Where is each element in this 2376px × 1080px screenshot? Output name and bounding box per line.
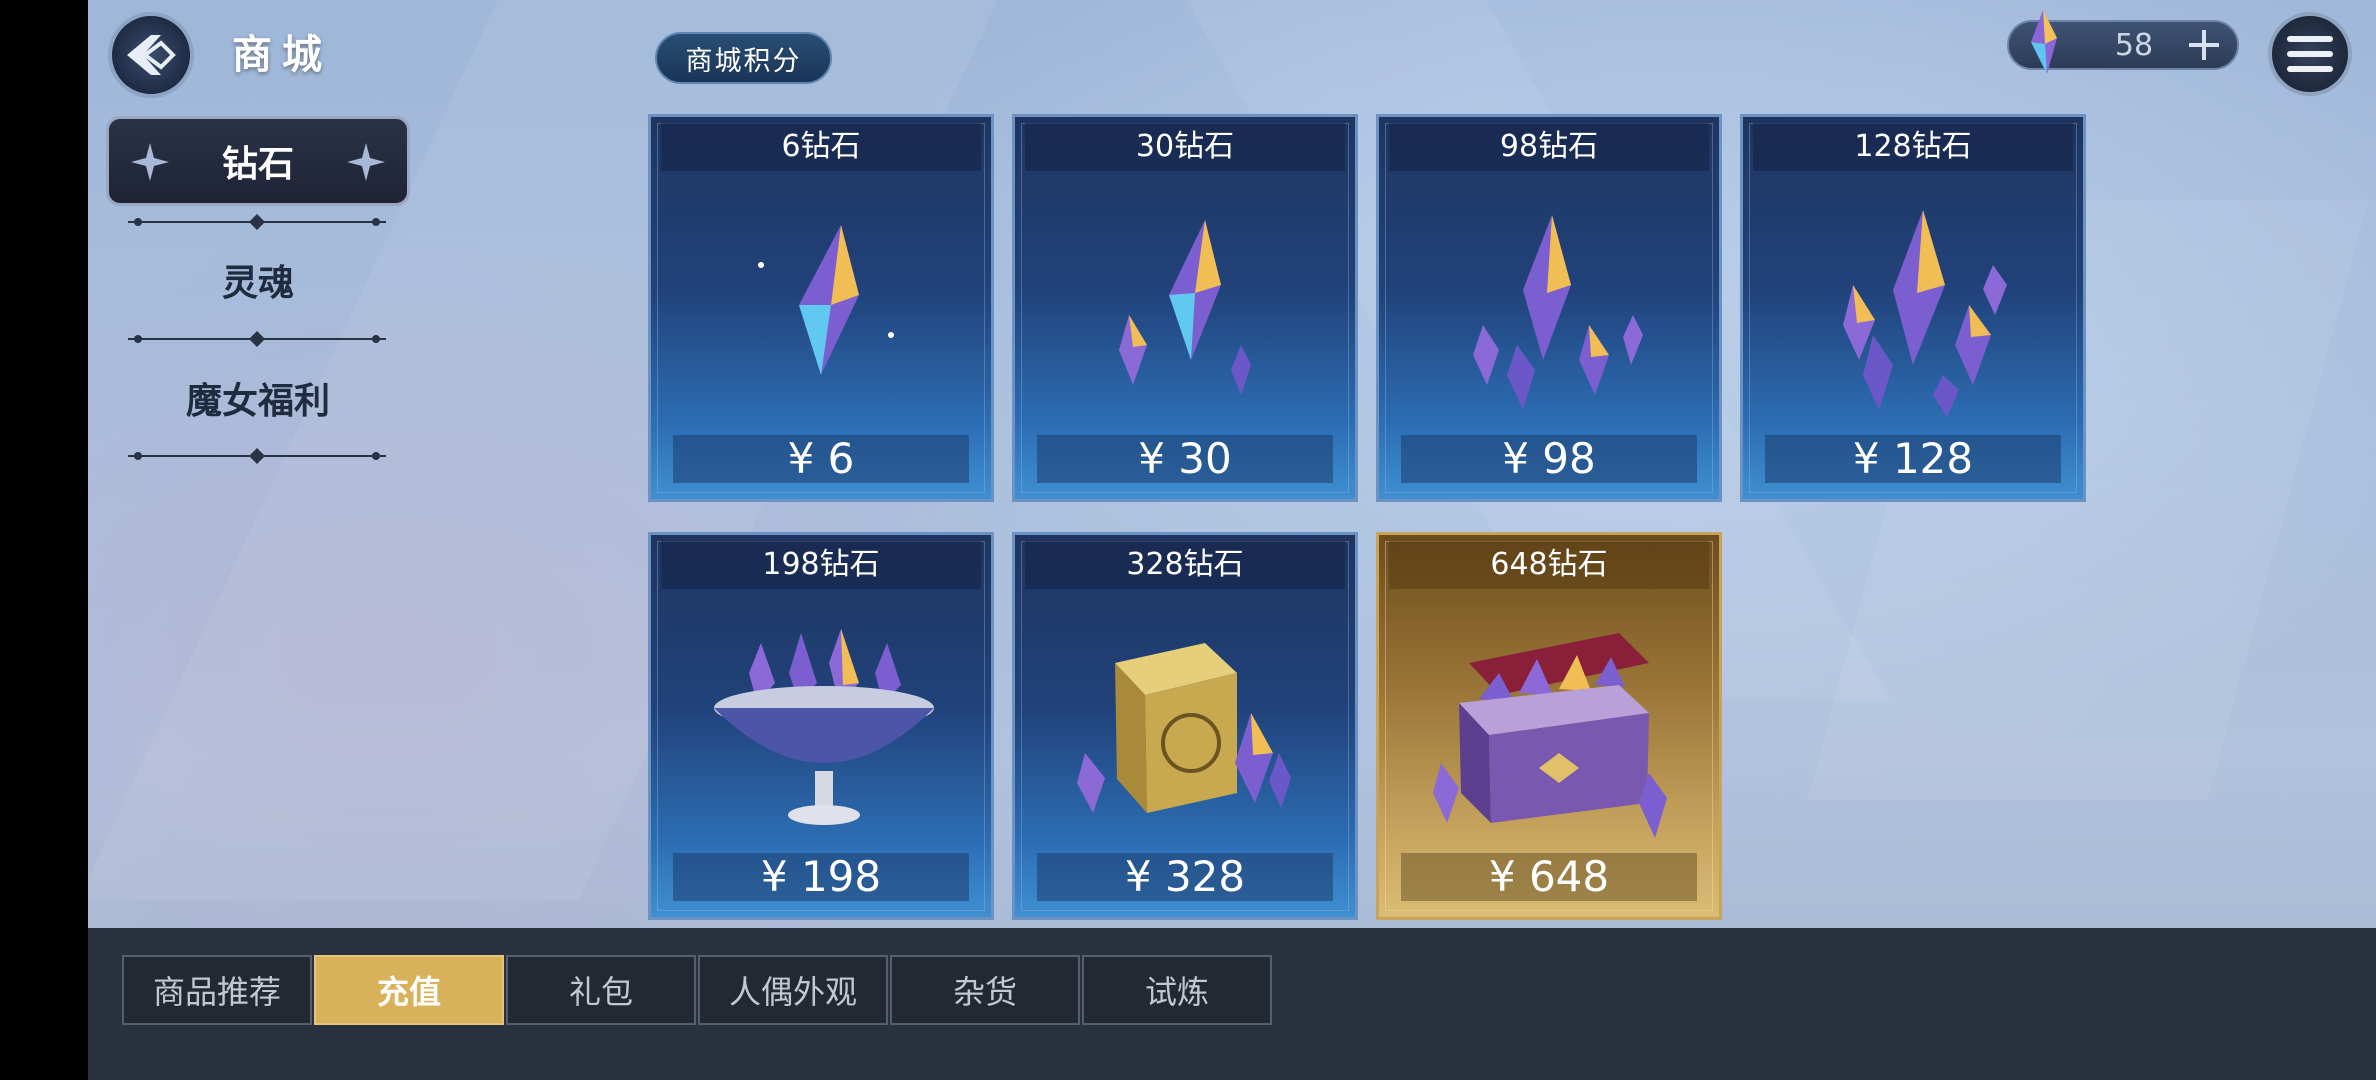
back-button[interactable]	[108, 12, 194, 98]
sidebar-divider	[128, 448, 386, 464]
product-card-198[interactable]: 198钻石 ¥ 198	[648, 532, 994, 920]
sidebar-item-soul[interactable]: 灵魂	[106, 254, 410, 306]
product-title: 30钻石	[1025, 123, 1345, 171]
tab-doll-appearance[interactable]: 人偶外观	[698, 955, 888, 1025]
product-card-6[interactable]: 6钻石 ¥ 6	[648, 114, 994, 502]
category-tabs: 商品推荐 充值 礼包 人偶外观 杂货 试炼	[122, 955, 1274, 1025]
sidebar-divider	[128, 331, 386, 347]
page-title: 商城	[232, 32, 332, 78]
menu-button[interactable]	[2268, 12, 2352, 96]
tab-recommended[interactable]: 商品推荐	[122, 955, 312, 1025]
product-price: ¥ 6	[673, 435, 969, 483]
back-arrow-icon	[127, 35, 176, 75]
shop-points-button[interactable]: 商城积分	[655, 32, 832, 84]
hamburger-menu-icon	[2287, 36, 2333, 72]
product-card-98[interactable]: 98钻石 ¥ 98	[1376, 114, 1722, 502]
sidebar-divider	[128, 214, 386, 230]
sidebar-item-label: 钻石	[221, 144, 294, 185]
star-ornament-icon	[131, 143, 169, 181]
golden-cube-icon	[1077, 643, 1291, 813]
tab-misc-goods[interactable]: 杂货	[890, 955, 1080, 1025]
sidebar-item-diamond[interactable]: 钻石	[106, 116, 410, 206]
sidebar-item-witch-welfare[interactable]: 魔女福利	[106, 372, 410, 424]
product-title: 128钻石	[1753, 123, 2073, 171]
product-card-328[interactable]: 328钻石 ¥ 328	[1012, 532, 1358, 920]
diamond-amount: 58	[2114, 28, 2154, 63]
crystal-cluster-small-icon	[1119, 220, 1251, 395]
product-price: ¥ 198	[673, 853, 969, 901]
crystal-cluster-medium-icon	[1473, 215, 1643, 410]
crystal-bowl-icon	[714, 629, 934, 825]
tab-gift-pack[interactable]: 礼包	[506, 955, 696, 1025]
product-price: ¥ 328	[1037, 853, 1333, 901]
star-ornament-icon	[347, 143, 385, 181]
product-title: 98钻石	[1389, 123, 1709, 171]
treasure-chest-icon	[1433, 633, 1667, 838]
add-diamond-icon[interactable]	[2185, 26, 2223, 64]
product-title: 328钻石	[1025, 541, 1345, 589]
product-card-128[interactable]: 128钻石 ¥ 128	[1740, 114, 2086, 502]
product-title: 6钻石	[661, 123, 981, 171]
product-card-648[interactable]: 648钻石 ¥ 648	[1376, 532, 1722, 920]
crystal-cluster-large-icon	[1843, 210, 2007, 417]
tab-recharge[interactable]: 充值	[314, 955, 504, 1025]
tab-trial[interactable]: 试炼	[1082, 955, 1272, 1025]
diamond-icon	[2031, 10, 2057, 74]
product-title: 198钻石	[661, 541, 981, 589]
left-black-bar	[0, 0, 88, 1080]
product-price: ¥ 30	[1037, 435, 1333, 483]
product-title: 648钻石	[1389, 541, 1709, 589]
product-price: ¥ 98	[1401, 435, 1697, 483]
product-card-30[interactable]: 30钻石 ¥ 30	[1012, 114, 1358, 502]
single-crystal-icon	[758, 225, 894, 375]
product-price: ¥ 128	[1765, 435, 2061, 483]
product-price: ¥ 648	[1401, 853, 1697, 901]
diamond-currency-display: 58	[2007, 10, 2239, 74]
